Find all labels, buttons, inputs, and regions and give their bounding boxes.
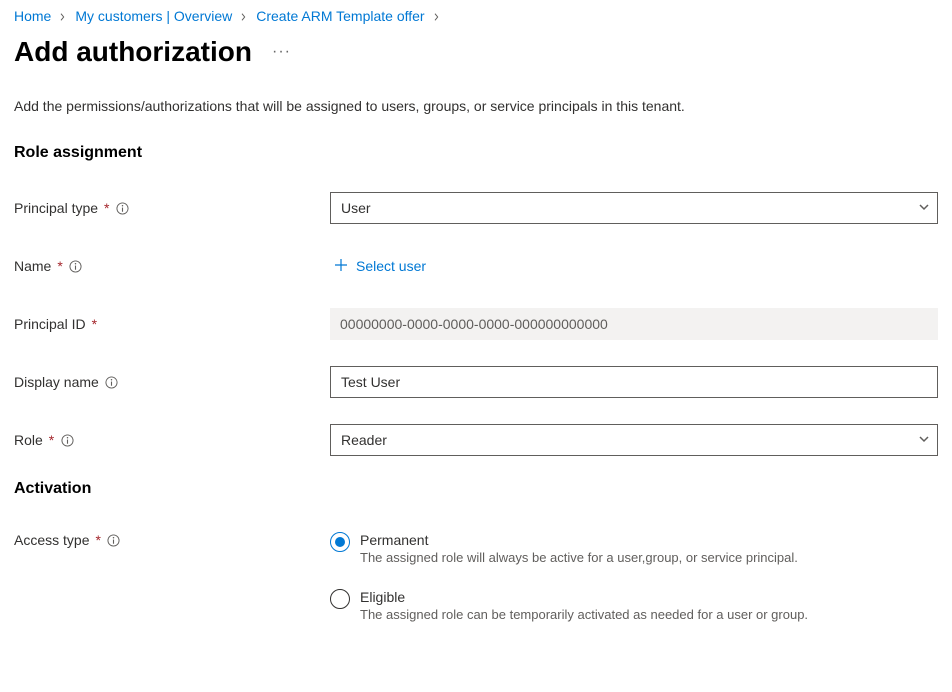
radio-description: The assigned role will always be active … [360, 550, 798, 565]
breadcrumb-item-customers[interactable]: My customers | Overview [75, 8, 232, 24]
principal-type-value[interactable] [330, 192, 938, 224]
page-title: Add authorization [14, 36, 252, 68]
breadcrumb-item-home[interactable]: Home [14, 8, 51, 24]
radio-button-icon [330, 532, 350, 552]
radio-label: Permanent [360, 532, 798, 548]
radio-label: Eligible [360, 589, 808, 605]
access-type-radio-group: Permanent The assigned role will always … [330, 526, 938, 622]
radio-option-permanent[interactable]: Permanent The assigned role will always … [330, 532, 938, 565]
select-user-button[interactable]: Select user [330, 252, 430, 281]
required-indicator: * [104, 200, 109, 216]
label-role: Role * [14, 432, 330, 448]
info-icon[interactable] [107, 533, 121, 547]
principal-id-field: 00000000-0000-0000-0000-000000000000 [330, 308, 938, 340]
required-indicator: * [95, 532, 100, 548]
label-principal-type: Principal type * [14, 200, 330, 216]
field-principal-id: Principal ID * 00000000-0000-0000-0000-0… [14, 306, 938, 342]
label-name: Name * [14, 258, 330, 274]
radio-button-icon [330, 589, 350, 609]
display-name-input[interactable] [330, 366, 938, 398]
role-value[interactable] [330, 424, 938, 456]
radio-description: The assigned role can be temporarily act… [360, 607, 808, 622]
required-indicator: * [57, 258, 62, 274]
radio-option-eligible[interactable]: Eligible The assigned role can be tempor… [330, 589, 938, 622]
label-display-name: Display name [14, 374, 330, 390]
section-title-role-assignment: Role assignment [14, 144, 938, 162]
label-access-type: Access type * [14, 526, 330, 548]
info-icon[interactable] [60, 433, 74, 447]
principal-type-select[interactable] [330, 192, 938, 224]
info-icon[interactable] [116, 201, 130, 215]
breadcrumb: Home My customers | Overview Create ARM … [14, 0, 938, 32]
more-actions-button[interactable]: ··· [272, 43, 291, 61]
info-icon[interactable] [105, 375, 119, 389]
field-name: Name * Select user [14, 248, 938, 284]
field-principal-type: Principal type * [14, 190, 938, 226]
field-access-type: Access type * Permanent The assigned rol… [14, 526, 938, 622]
chevron-right-icon [59, 8, 67, 24]
info-icon[interactable] [69, 259, 83, 273]
chevron-right-icon [433, 8, 441, 24]
label-principal-id: Principal ID * [14, 316, 330, 332]
role-select[interactable] [330, 424, 938, 456]
section-title-activation: Activation [14, 480, 938, 498]
page-description: Add the permissions/authorizations that … [14, 98, 938, 114]
field-role: Role * [14, 422, 938, 458]
breadcrumb-item-create-offer[interactable]: Create ARM Template offer [256, 8, 424, 24]
required-indicator: * [49, 432, 54, 448]
plus-icon [334, 258, 348, 275]
radio-text: Permanent The assigned role will always … [360, 532, 798, 565]
required-indicator: * [92, 316, 97, 332]
page-title-row: Add authorization ··· [14, 36, 938, 68]
chevron-right-icon [240, 8, 248, 24]
field-display-name: Display name [14, 364, 938, 400]
radio-text: Eligible The assigned role can be tempor… [360, 589, 808, 622]
